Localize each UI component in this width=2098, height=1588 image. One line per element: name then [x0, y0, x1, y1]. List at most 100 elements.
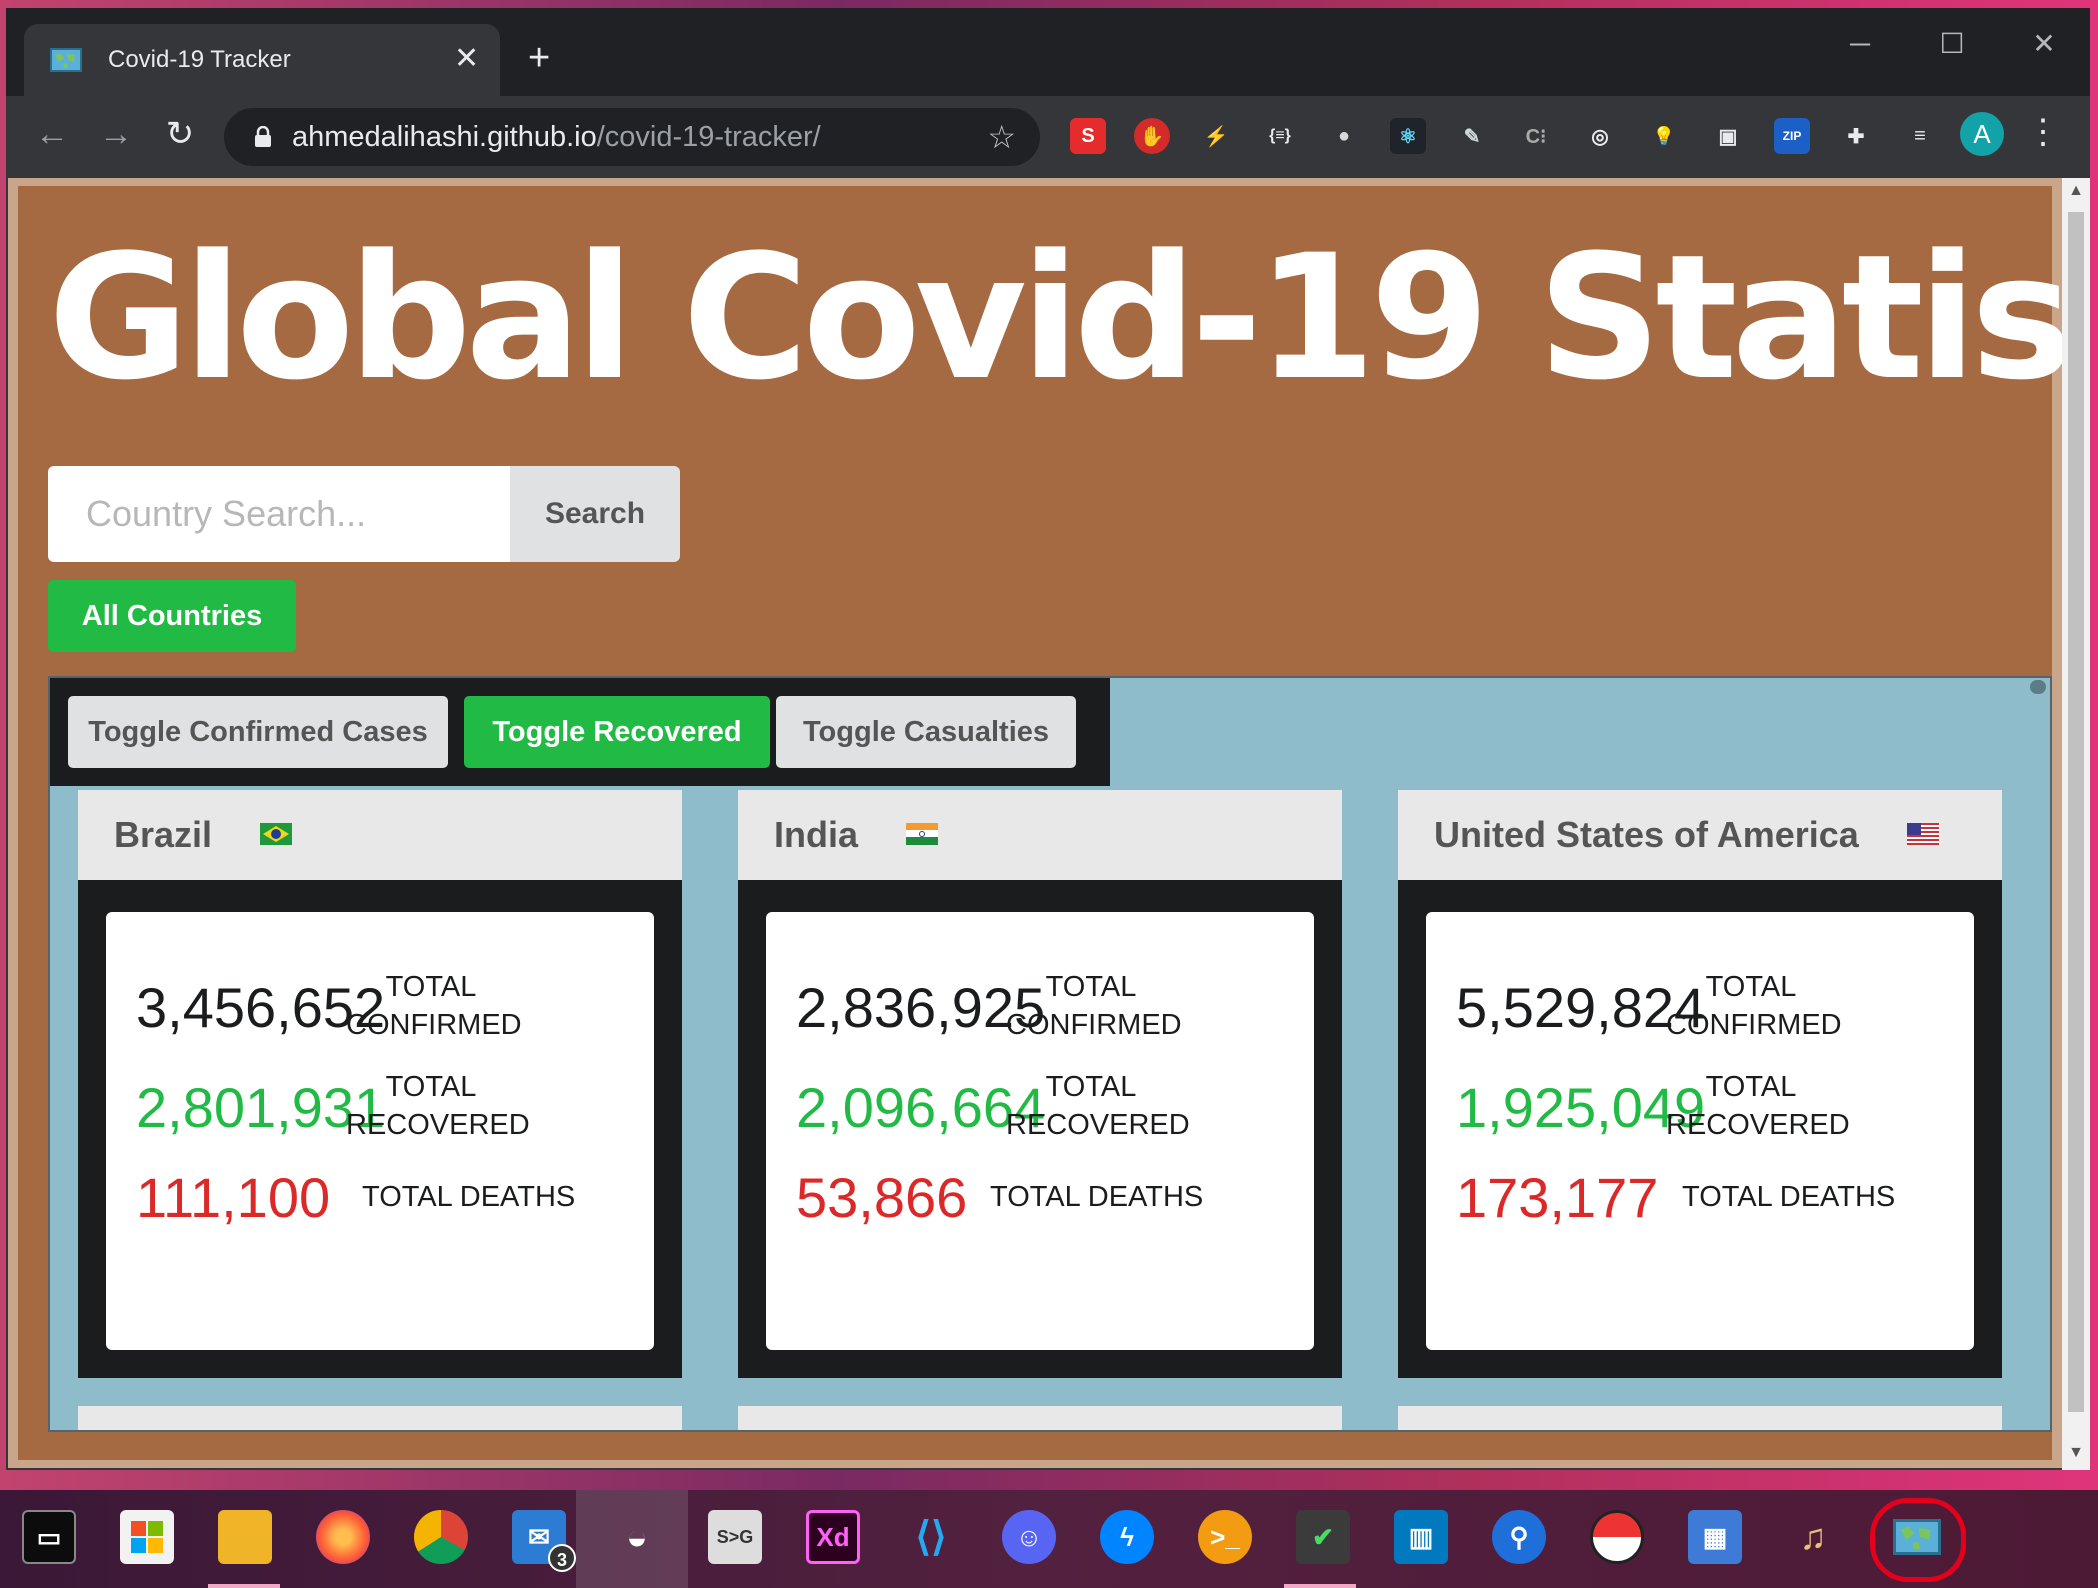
- tab-close-icon[interactable]: ✕: [454, 42, 479, 76]
- trello-icon[interactable]: ▥: [1394, 1510, 1448, 1564]
- label-recovered: RECOVERED: [1666, 1109, 1850, 1141]
- panel-scrollbar[interactable]: [2028, 678, 2050, 1430]
- next-card-peek: [1398, 1406, 2002, 1430]
- reload-icon[interactable]: ↻: [158, 112, 202, 156]
- india-flag-icon: [906, 823, 939, 846]
- total-recovered-label: TOTAL RECOVERED: [1666, 1068, 1850, 1144]
- new-tab-button[interactable]: +: [528, 38, 550, 78]
- address-bar[interactable]: ahmedalihashi.github.io/covid-19-tracker…: [224, 108, 1040, 166]
- total-confirmed-label: TOTAL CONFIRMED: [1666, 968, 1842, 1044]
- react-devtools-icon[interactable]: ⚛: [1390, 118, 1426, 154]
- total-deaths-label: TOTAL DEATHS: [990, 1181, 1204, 1213]
- browser-toolbar: ← → ↻ ahmedalihashi.github.io/covid-19-t…: [6, 96, 2090, 178]
- label-total: TOTAL: [1705, 1071, 1797, 1103]
- page-scrollbar[interactable]: ▲ ▼: [2062, 178, 2090, 1470]
- discord-icon[interactable]: ☺: [1002, 1510, 1056, 1564]
- sg-icon[interactable]: S>G: [708, 1510, 762, 1564]
- url-host: ahmedalihashi.github.io: [292, 121, 597, 153]
- card-stats: 5,529,824 TOTAL CONFIRMED 1,925,049 TOTAL…: [1426, 912, 1974, 1350]
- highlight-annotation: [1870, 1498, 1966, 1582]
- page-scroll-thumb[interactable]: [2068, 212, 2084, 1412]
- label-recovered: RECOVERED: [1006, 1109, 1190, 1141]
- total-deaths-value: 111,100: [136, 1166, 331, 1229]
- app-icon[interactable]: ◒: [610, 1510, 664, 1564]
- card-stats: 2,836,925 TOTAL CONFIRMED 2,096,664 TOTAL…: [766, 912, 1314, 1350]
- music-icon[interactable]: ♫: [1786, 1510, 1840, 1564]
- label-total: TOTAL: [385, 971, 477, 1003]
- running-indicator: [208, 1584, 280, 1588]
- total-confirmed-label: TOTAL CONFIRMED: [346, 968, 522, 1044]
- terminal-icon[interactable]: ▭: [22, 1510, 76, 1564]
- scroll-down-arrow-icon[interactable]: ▼: [2066, 1444, 2086, 1462]
- search-button[interactable]: Search: [510, 466, 680, 562]
- vscode-icon[interactable]: ⟨⟩: [904, 1510, 958, 1564]
- window-close-button[interactable]: ✕: [2024, 24, 2064, 64]
- extension-pen-icon[interactable]: ✎: [1454, 118, 1490, 154]
- extensions-puzzle-icon[interactable]: ✚: [1838, 118, 1874, 154]
- running-indicator: [1284, 1584, 1356, 1588]
- browser-menu-icon[interactable]: ⋮: [2026, 110, 2060, 154]
- panel-scroll-thumb[interactable]: [2030, 680, 2046, 694]
- toggle-casualties-button[interactable]: Toggle Casualties: [776, 696, 1076, 768]
- scroll-up-arrow-icon[interactable]: ▲: [2066, 182, 2086, 200]
- extension-json-icon[interactable]: {≡}: [1262, 118, 1298, 154]
- maximize-button[interactable]: ☐: [1932, 24, 1972, 64]
- country-search-input[interactable]: [48, 466, 510, 562]
- file-explorer-icon[interactable]: [218, 1510, 272, 1564]
- label-total: TOTAL: [385, 1071, 477, 1103]
- toggle-recovered-button[interactable]: Toggle Recovered: [464, 696, 770, 768]
- extension-zip-icon[interactable]: ZIP: [1774, 118, 1810, 154]
- page-content: Global Covid-19 Statistics Search All Co…: [18, 186, 2090, 1460]
- card-header: India: [738, 790, 1342, 880]
- label-confirmed: CONFIRMED: [346, 1009, 522, 1041]
- extension-target-icon[interactable]: ◎: [1582, 118, 1618, 154]
- toggle-bar: Toggle Confirmed Cases Toggle Recovered …: [50, 678, 1110, 786]
- store-squares: [131, 1521, 163, 1553]
- maps-pin-icon[interactable]: ⚲: [1492, 1510, 1546, 1564]
- total-recovered-label: TOTAL RECOVERED: [1006, 1068, 1190, 1144]
- total-confirmed-label: TOTAL CONFIRMED: [1006, 968, 1182, 1044]
- extension-hand-icon[interactable]: ✋: [1134, 118, 1170, 154]
- todo-icon[interactable]: ✔: [1296, 1510, 1350, 1564]
- messenger-icon[interactable]: ϟ: [1100, 1510, 1154, 1564]
- toggle-confirmed-button[interactable]: Toggle Confirmed Cases: [68, 696, 448, 768]
- chrome-icon[interactable]: [414, 1510, 468, 1564]
- photos-icon[interactable]: ▦: [1688, 1510, 1742, 1564]
- extension-s-icon[interactable]: S: [1070, 118, 1106, 154]
- firefox-icon[interactable]: [316, 1510, 370, 1564]
- back-arrow-icon[interactable]: ←: [30, 112, 74, 156]
- minimize-button[interactable]: ─: [1840, 24, 1880, 64]
- pokeball-icon[interactable]: [1590, 1510, 1644, 1564]
- media-queue-icon[interactable]: ≡: [1902, 118, 1938, 154]
- label-confirmed: CONFIRMED: [1666, 1009, 1842, 1041]
- url-text: ahmedalihashi.github.io/covid-19-tracker…: [292, 120, 821, 154]
- extension-pip-icon[interactable]: ▣: [1710, 118, 1746, 154]
- bookmark-star-icon[interactable]: ☆: [987, 118, 1016, 156]
- extension-c-icon[interactable]: C⁝: [1518, 118, 1554, 154]
- forward-arrow-icon[interactable]: →: [94, 112, 138, 156]
- total-deaths-value: 53,866: [796, 1166, 968, 1229]
- extension-bolt-icon[interactable]: ⚡: [1198, 118, 1234, 154]
- world-map-icon: [50, 48, 82, 72]
- country-name: Brazil: [114, 814, 213, 855]
- powershell-icon[interactable]: >_: [1198, 1510, 1252, 1564]
- adobe-xd-icon[interactable]: Xd: [806, 1510, 860, 1564]
- card-header: Brazil: [78, 790, 682, 880]
- tab-covid-tracker[interactable]: Covid-19 Tracker ✕: [24, 24, 500, 96]
- country-card-usa: United States of America 5,529,824 TOTAL…: [1398, 790, 2002, 1378]
- extension-circle-icon[interactable]: ●: [1326, 118, 1362, 154]
- profile-avatar[interactable]: A: [1960, 112, 2004, 156]
- stats-panel: Toggle Confirmed Cases Toggle Recovered …: [48, 676, 2052, 1432]
- usa-flag-icon: [1906, 823, 1939, 846]
- label-total: TOTAL: [1045, 1071, 1137, 1103]
- label-recovered: RECOVERED: [346, 1109, 530, 1141]
- all-countries-button[interactable]: All Countries: [48, 580, 296, 652]
- label-total: TOTAL: [1045, 971, 1137, 1003]
- browser-window: Covid-19 Tracker ✕ + ─ ☐ ✕ ← → ↻ ahmedal…: [6, 8, 2090, 1470]
- card-header: United States of America: [1398, 790, 2002, 880]
- brazil-flag-icon: [260, 823, 293, 846]
- next-card-peek: [78, 1406, 682, 1430]
- store-icon[interactable]: [120, 1510, 174, 1564]
- mail-icon[interactable]: ✉ 3: [512, 1510, 576, 1572]
- extension-bulb-icon[interactable]: 💡: [1646, 118, 1682, 154]
